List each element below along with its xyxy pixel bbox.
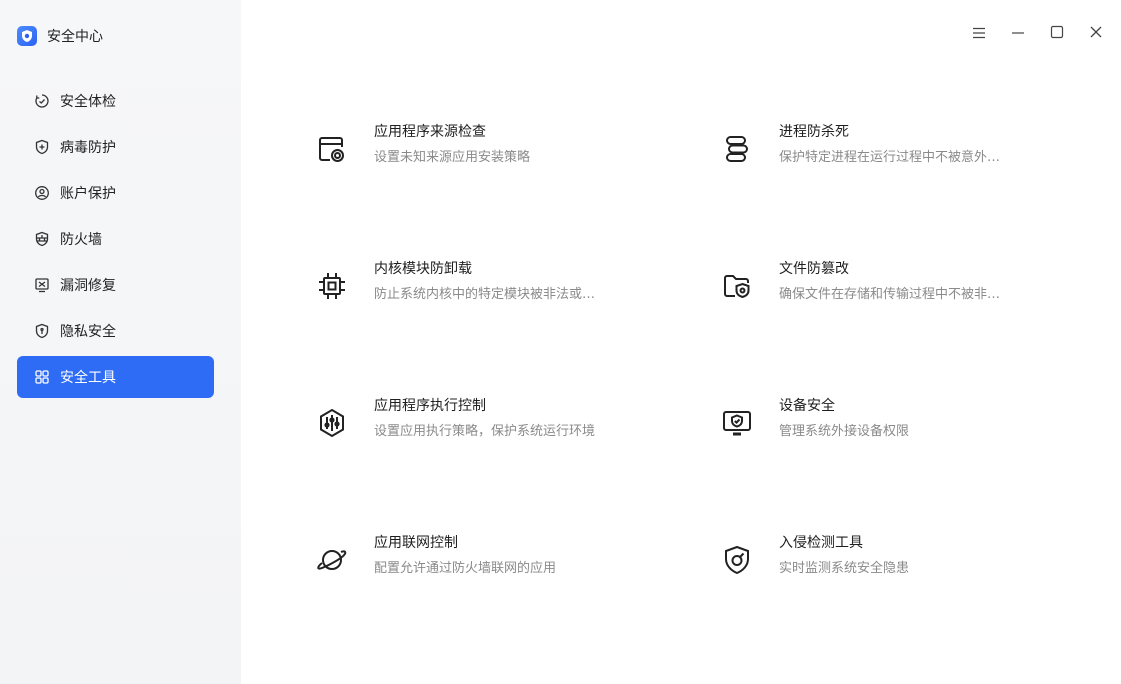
- process-protect-icon: [719, 131, 755, 167]
- tool-name: 入侵检测工具: [779, 535, 863, 551]
- virus-shield-icon: [34, 139, 50, 155]
- sidebar-item-label: 安全工具: [60, 370, 116, 386]
- tool-desc: 防止系统内核中的特定模块被非法或…: [374, 287, 596, 302]
- maximize-button[interactable]: [1042, 21, 1072, 45]
- tool-network-control[interactable]: 应用联网控制 配置允许通过防火墙联网的应用: [314, 533, 674, 593]
- tool-intrusion-detect[interactable]: 入侵检测工具 实时监测系统安全隐患: [719, 533, 1079, 593]
- minimize-button[interactable]: [1003, 21, 1033, 45]
- tool-desc: 配置允许通过防火墙联网的应用: [374, 561, 557, 576]
- sidebar-item-label: 隐私安全: [60, 324, 116, 340]
- tool-name: 应用程序来源检查: [374, 124, 486, 140]
- tool-name: 文件防篡改: [779, 261, 849, 277]
- tool-name: 进程防杀死: [779, 124, 849, 140]
- app-title: 安全中心: [47, 29, 103, 45]
- close-button[interactable]: [1081, 21, 1111, 45]
- vulnerability-icon: [34, 277, 50, 293]
- tool-desc: 管理系统外接设备权限: [779, 424, 910, 439]
- minimize-icon: [1011, 24, 1025, 43]
- sidebar-nav: 安全体检 病毒防护 账户保护 防火墙 漏洞修复 隐私安全 安全工具: [17, 80, 214, 402]
- window-controls: [955, 21, 1111, 45]
- firewall-icon: [34, 231, 50, 247]
- tool-exec-control[interactable]: 应用程序执行控制 设置应用执行策略，保护系统运行环境: [314, 396, 674, 456]
- intrusion-detect-icon: [719, 542, 755, 578]
- tool-name: 设备安全: [779, 398, 835, 414]
- sidebar-item-virus-protection[interactable]: 病毒防护: [17, 126, 214, 168]
- sidebar-item-vulnerability-fix[interactable]: 漏洞修复: [17, 264, 214, 306]
- app-logo-icon: [17, 26, 37, 46]
- tool-desc: 保护特定进程在运行过程中不被意外…: [779, 150, 1001, 165]
- menu-icon: [972, 24, 986, 43]
- sidebar-item-label: 病毒防护: [60, 140, 116, 156]
- sidebar: 安全中心 安全体检 病毒防护 账户保护 防火墙 漏洞修复 隐私安全 安全工具: [0, 0, 241, 684]
- tools-grid-icon: [34, 369, 50, 385]
- tool-desc: 实时监测系统安全隐患: [779, 561, 910, 576]
- tool-name: 应用联网控制: [374, 535, 458, 551]
- exec-control-icon: [314, 405, 350, 441]
- account-icon: [34, 185, 50, 201]
- tool-kernel-module[interactable]: 内核模块防卸载 防止系统内核中的特定模块被非法或…: [314, 259, 674, 319]
- sidebar-item-label: 安全体检: [60, 94, 116, 110]
- scan-icon: [34, 93, 50, 109]
- tool-process-protect[interactable]: 进程防杀死 保护特定进程在运行过程中不被意外…: [719, 122, 1079, 182]
- tool-name: 应用程序执行控制: [374, 398, 486, 414]
- privacy-icon: [34, 323, 50, 339]
- sidebar-item-security-tools[interactable]: 安全工具: [17, 356, 214, 398]
- sidebar-item-security-check[interactable]: 安全体检: [17, 80, 214, 122]
- tool-name: 内核模块防卸载: [374, 261, 472, 277]
- app-source-check-icon: [314, 131, 350, 167]
- app-header: 安全中心: [17, 24, 103, 48]
- device-security-icon: [719, 405, 755, 441]
- tool-device-security[interactable]: 设备安全 管理系统外接设备权限: [719, 396, 1079, 456]
- maximize-icon: [1050, 24, 1064, 43]
- sidebar-item-privacy[interactable]: 隐私安全: [17, 310, 214, 352]
- file-protect-icon: [719, 268, 755, 304]
- sidebar-item-label: 防火墙: [60, 232, 102, 248]
- tool-desc: 设置应用执行策略，保护系统运行环境: [374, 424, 596, 439]
- menu-button[interactable]: [964, 21, 994, 45]
- sidebar-item-account-protection[interactable]: 账户保护: [17, 172, 214, 214]
- close-icon: [1089, 24, 1103, 43]
- sidebar-item-label: 账户保护: [60, 186, 116, 202]
- network-planet-icon: [314, 542, 350, 578]
- tool-desc: 确保文件在存储和传输过程中不被非…: [779, 287, 1001, 302]
- tool-desc: 设置未知来源应用安装策略: [374, 150, 531, 165]
- tool-file-protect[interactable]: 文件防篡改 确保文件在存储和传输过程中不被非…: [719, 259, 1079, 319]
- tool-app-source-check[interactable]: 应用程序来源检查 设置未知来源应用安装策略: [314, 122, 674, 182]
- sidebar-item-firewall[interactable]: 防火墙: [17, 218, 214, 260]
- sidebar-item-label: 漏洞修复: [60, 278, 116, 294]
- kernel-chip-icon: [314, 268, 350, 304]
